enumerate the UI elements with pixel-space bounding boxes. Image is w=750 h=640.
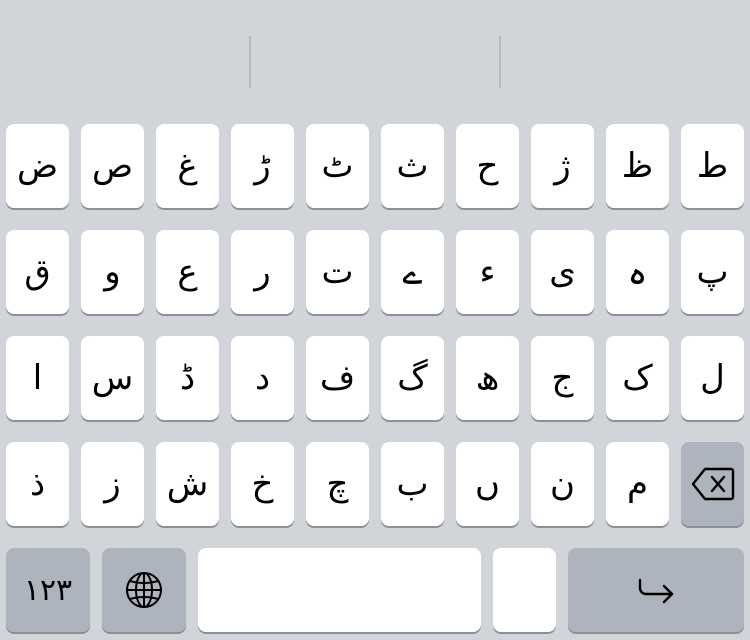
key-letter[interactable]: ڈ <box>156 336 219 420</box>
key-letter[interactable]: ق <box>6 230 69 314</box>
key-letter[interactable]: ء <box>456 230 519 314</box>
key-letter[interactable]: ظ <box>606 124 669 208</box>
key-letter[interactable]: ا <box>6 336 69 420</box>
key-letter[interactable]: د <box>231 336 294 420</box>
key-letter[interactable]: ذ <box>6 442 69 526</box>
key-letter[interactable]: ف <box>306 336 369 420</box>
key-letter[interactable]: ح <box>456 124 519 208</box>
key-letter[interactable]: ژ <box>531 124 594 208</box>
space-bar[interactable] <box>198 548 481 632</box>
key-letter[interactable]: ع <box>156 230 219 314</box>
key-letter[interactable]: ت <box>306 230 369 314</box>
key-letter[interactable]: ل <box>681 336 744 420</box>
delete-button[interactable] <box>681 442 744 526</box>
key-letter[interactable]: ں <box>456 442 519 526</box>
key-letter[interactable]: ڑ <box>231 124 294 208</box>
key-letter[interactable]: ٹ <box>306 124 369 208</box>
key-letter[interactable]: ے <box>381 230 444 314</box>
key-letter[interactable]: پ <box>681 230 744 314</box>
suggestion-slot-center[interactable] <box>251 20 500 90</box>
key-letter[interactable]: س <box>81 336 144 420</box>
key-letter[interactable]: خ <box>231 442 294 526</box>
key-letter[interactable]: ص <box>81 124 144 208</box>
key-letter[interactable]: م <box>606 442 669 526</box>
key-letter[interactable]: ہ <box>606 230 669 314</box>
delete-icon <box>691 467 735 501</box>
key-letter[interactable]: ط <box>681 124 744 208</box>
key-letter[interactable]: چ <box>306 442 369 526</box>
key-letter[interactable]: ی <box>531 230 594 314</box>
key-letter[interactable]: ھ <box>456 336 519 420</box>
key-letter[interactable]: ب <box>381 442 444 526</box>
suggestion-slot-left[interactable] <box>0 20 249 90</box>
key-letter[interactable]: ر <box>231 230 294 314</box>
extra-key[interactable] <box>493 548 556 632</box>
key-letter[interactable]: و <box>81 230 144 314</box>
return-icon <box>636 574 676 606</box>
key-letter[interactable]: ن <box>531 442 594 526</box>
key-letter[interactable]: غ <box>156 124 219 208</box>
key-letter[interactable]: ش <box>156 442 219 526</box>
key-letter[interactable]: ث <box>381 124 444 208</box>
key-letter[interactable]: ز <box>81 442 144 526</box>
globe-button[interactable] <box>102 548 186 632</box>
globe-icon <box>124 570 164 610</box>
suggestion-slot-right[interactable] <box>501 20 750 90</box>
numbers-key[interactable]: ۱۲۳ <box>6 548 90 632</box>
suggestion-bar <box>0 0 750 108</box>
key-letter[interactable]: ج <box>531 336 594 420</box>
return-button[interactable] <box>568 548 744 632</box>
key-letter[interactable]: ک <box>606 336 669 420</box>
key-letter[interactable]: ض <box>6 124 69 208</box>
key-letter[interactable]: گ <box>381 336 444 420</box>
